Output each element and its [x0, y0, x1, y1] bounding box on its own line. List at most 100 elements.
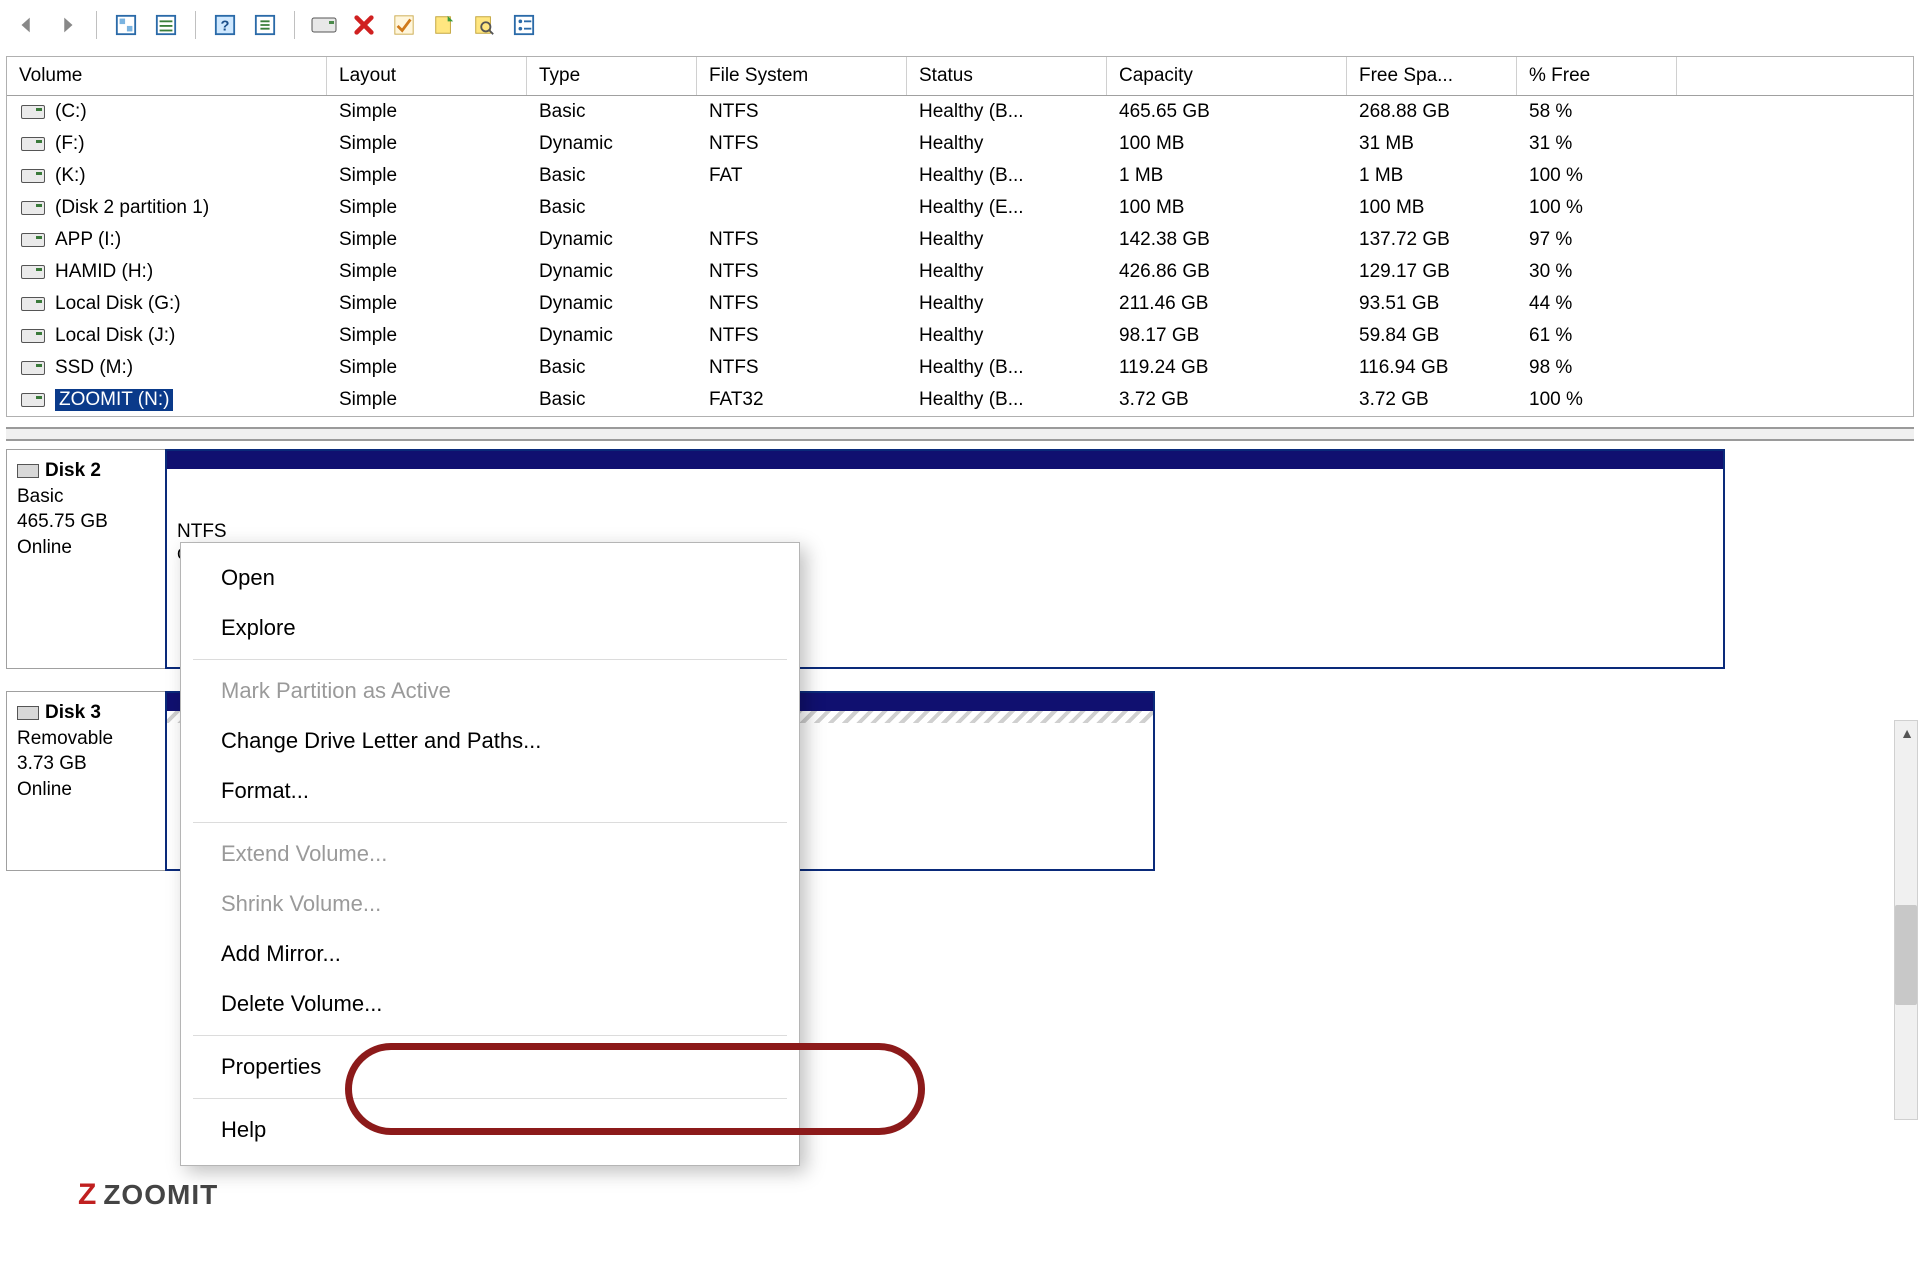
- menu-item-explore[interactable]: Explore: [181, 603, 799, 653]
- col-layout[interactable]: Layout: [327, 57, 527, 95]
- volume-row[interactable]: SSD (M:)SimpleBasicNTFSHealthy (B...119.…: [7, 352, 1913, 384]
- volume-cell-type: Basic: [527, 160, 697, 192]
- volume-name-label: (F:): [55, 133, 85, 155]
- volume-cell-status: Healthy (B...: [907, 384, 1107, 416]
- volume-cell-cap: 98.17 GB: [1107, 320, 1347, 352]
- volume-name-label: Local Disk (G:): [55, 293, 181, 315]
- col-status[interactable]: Status: [907, 57, 1107, 95]
- volume-name-label: ZOOMIT (N:): [55, 389, 173, 411]
- menu-item-format[interactable]: Format...: [181, 766, 799, 816]
- drive-icon: [21, 169, 45, 183]
- volume-cell-free: 1 MB: [1347, 160, 1517, 192]
- volume-cell-fs: [697, 192, 907, 224]
- volume-cell-free: 137.72 GB: [1347, 224, 1517, 256]
- volume-name-label: SSD (M:): [55, 357, 133, 379]
- volume-row[interactable]: (K:)SimpleBasicFATHealthy (B...1 MB1 MB1…: [7, 160, 1913, 192]
- volume-cell-type: Basic: [527, 384, 697, 416]
- volume-name-cell: HAMID (H:): [7, 256, 327, 288]
- vertical-scrollbar[interactable]: ▲: [1894, 720, 1918, 1120]
- col-freespace[interactable]: Free Spa...: [1347, 57, 1517, 95]
- disk-icon: [17, 706, 39, 720]
- volume-name-label: HAMID (H:): [55, 261, 153, 283]
- volume-name-label: Local Disk (J:): [55, 325, 175, 347]
- volume-cell-spacer: [1677, 160, 1913, 192]
- check-icon[interactable]: [387, 8, 421, 42]
- refresh-list-icon[interactable]: [248, 8, 282, 42]
- properties-icon[interactable]: [507, 8, 541, 42]
- forward-icon[interactable]: [50, 8, 84, 42]
- watermark-z-icon: Z: [78, 1178, 97, 1212]
- volume-cell-cap: 100 MB: [1107, 128, 1347, 160]
- find-icon[interactable]: [467, 8, 501, 42]
- menu-separator: [193, 659, 787, 660]
- volume-row[interactable]: APP (I:)SimpleDynamicNTFSHealthy142.38 G…: [7, 224, 1913, 256]
- menu-item-properties[interactable]: Properties: [181, 1042, 799, 1092]
- col-pctfree[interactable]: % Free: [1517, 57, 1677, 95]
- help-icon[interactable]: ?: [208, 8, 242, 42]
- volume-cell-fs: NTFS: [697, 224, 907, 256]
- volume-name-cell: (K:): [7, 160, 327, 192]
- menu-item-help[interactable]: Help: [181, 1105, 799, 1155]
- volume-cell-pct: 31 %: [1517, 128, 1677, 160]
- volume-cell-cap: 142.38 GB: [1107, 224, 1347, 256]
- scroll-thumb[interactable]: [1895, 905, 1917, 1005]
- scroll-up-icon[interactable]: ▲: [1895, 721, 1919, 745]
- volume-name-cell: Local Disk (G:): [7, 288, 327, 320]
- drive-icon: [21, 361, 45, 375]
- toolbar-separator: [96, 11, 97, 39]
- volume-cell-layout: Simple: [327, 288, 527, 320]
- volume-row[interactable]: Local Disk (J:)SimpleDynamicNTFSHealthy9…: [7, 320, 1913, 352]
- volume-row[interactable]: (C:)SimpleBasicNTFSHealthy (B...465.65 G…: [7, 96, 1913, 128]
- disk-icon: [17, 464, 39, 478]
- drive-icon: [21, 265, 45, 279]
- volume-name-label: APP (I:): [55, 229, 121, 251]
- list-view-icon[interactable]: [149, 8, 183, 42]
- volume-row[interactable]: Local Disk (G:)SimpleDynamicNTFSHealthy2…: [7, 288, 1913, 320]
- volume-cell-cap: 1 MB: [1107, 160, 1347, 192]
- delete-icon[interactable]: [347, 8, 381, 42]
- volume-cell-status: Healthy: [907, 320, 1107, 352]
- volume-cell-status: Healthy (B...: [907, 96, 1107, 128]
- drive-icon: [21, 393, 45, 407]
- volume-cell-layout: Simple: [327, 352, 527, 384]
- col-volume[interactable]: Volume: [7, 57, 327, 95]
- volume-name-cell: SSD (M:): [7, 352, 327, 384]
- volume-cell-layout: Simple: [327, 256, 527, 288]
- volume-cell-cap: 211.46 GB: [1107, 288, 1347, 320]
- volume-cell-pct: 100 %: [1517, 192, 1677, 224]
- volume-cell-type: Dynamic: [527, 288, 697, 320]
- volume-cell-status: Healthy (E...: [907, 192, 1107, 224]
- menu-item-add-mirror[interactable]: Add Mirror...: [181, 929, 799, 979]
- volume-name-label: (K:): [55, 165, 86, 187]
- menu-separator: [193, 1035, 787, 1036]
- menu-item-open[interactable]: Open: [181, 553, 799, 603]
- tree-view-icon[interactable]: [109, 8, 143, 42]
- volume-name-cell: ZOOMIT (N:): [7, 384, 327, 416]
- col-filesystem[interactable]: File System: [697, 57, 907, 95]
- disk-label-disk3[interactable]: Disk 3 Removable 3.73 GB Online: [6, 691, 166, 871]
- volume-cell-fs: NTFS: [697, 256, 907, 288]
- volume-cell-layout: Simple: [327, 128, 527, 160]
- drive-icon: [21, 297, 45, 311]
- volume-row[interactable]: ZOOMIT (N:)SimpleBasicFAT32Healthy (B...…: [7, 384, 1913, 416]
- volume-cell-status: Healthy (B...: [907, 352, 1107, 384]
- volume-row[interactable]: (Disk 2 partition 1)SimpleBasicHealthy (…: [7, 192, 1913, 224]
- volume-row[interactable]: HAMID (H:)SimpleDynamicNTFSHealthy426.86…: [7, 256, 1913, 288]
- menu-item-change-drive-letter-and-paths[interactable]: Change Drive Letter and Paths...: [181, 716, 799, 766]
- back-icon[interactable]: [10, 8, 44, 42]
- drive-icon[interactable]: [307, 8, 341, 42]
- volume-cell-cap: 100 MB: [1107, 192, 1347, 224]
- new-icon[interactable]: [427, 8, 461, 42]
- col-type[interactable]: Type: [527, 57, 697, 95]
- volume-row[interactable]: (F:)SimpleDynamicNTFSHealthy100 MB31 MB3…: [7, 128, 1913, 160]
- watermark: Z ZOOMIT: [78, 1178, 218, 1212]
- disk-label-disk2[interactable]: Disk 2 Basic 465.75 GB Online: [6, 449, 166, 669]
- col-capacity[interactable]: Capacity: [1107, 57, 1347, 95]
- menu-item-delete-volume[interactable]: Delete Volume...: [181, 979, 799, 1029]
- volume-cell-spacer: [1677, 288, 1913, 320]
- volume-cell-type: Dynamic: [527, 320, 697, 352]
- pane-splitter[interactable]: [6, 427, 1914, 441]
- volume-cell-layout: Simple: [327, 320, 527, 352]
- menu-item-shrink-volume: Shrink Volume...: [181, 879, 799, 929]
- drive-icon: [21, 201, 45, 215]
